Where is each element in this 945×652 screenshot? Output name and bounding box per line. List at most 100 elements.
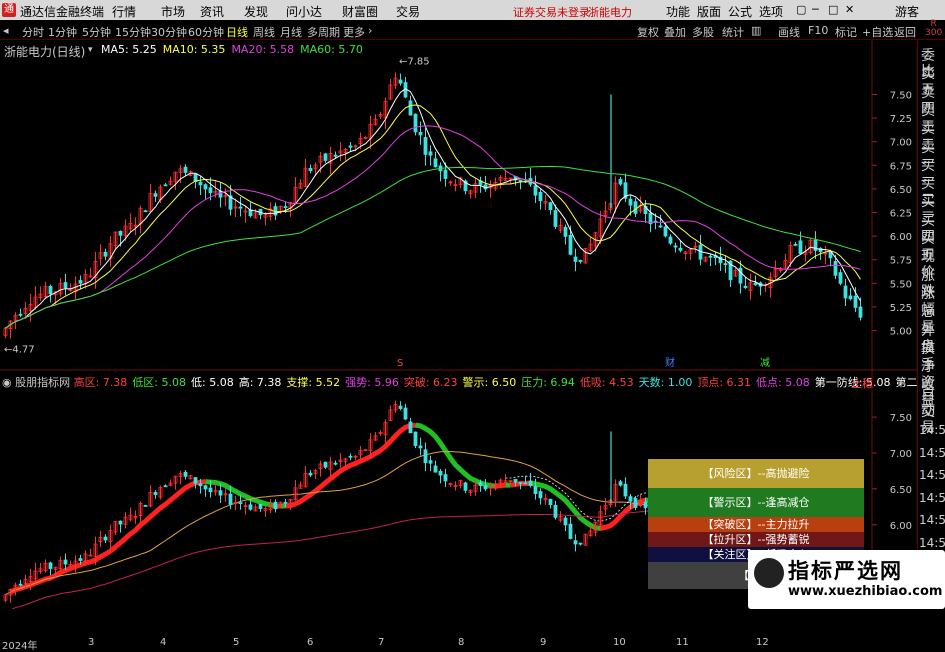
indicator-stat-10: 天数: 1.00 <box>639 376 693 389</box>
ind-candle-body <box>539 492 542 498</box>
ind-candle-body <box>239 503 242 504</box>
chart-area[interactable]: 7.507.257.006.756.506.256.005.755.505.25… <box>0 40 917 609</box>
tool-fuquan[interactable]: 复权 <box>637 24 659 40</box>
candle-body <box>79 280 82 283</box>
menu-banmian[interactable]: 版面 <box>697 3 721 20</box>
tool-diejia[interactable]: 叠加 <box>664 24 686 40</box>
candle-body <box>444 170 447 178</box>
event-mark-0[interactable]: S <box>397 358 403 369</box>
ind-candle-body <box>404 408 407 419</box>
menu-wenxiaoda[interactable]: 问小达 <box>286 3 322 20</box>
period-month[interactable]: 月线 <box>280 24 302 40</box>
menu-faxian[interactable]: 发现 <box>244 3 268 20</box>
menu-gongshi[interactable]: 公式 <box>728 3 752 20</box>
trend-band <box>11 482 206 592</box>
candle-body <box>619 179 622 184</box>
tool-back[interactable]: 返回 <box>894 24 916 40</box>
period-day[interactable]: 日线 <box>226 24 248 40</box>
period-5min[interactable]: 5分钟 <box>82 24 111 40</box>
period-60min[interactable]: 60分钟 <box>188 24 224 40</box>
ind-candle-body <box>574 541 577 544</box>
tool-tongji[interactable]: 统计 <box>722 24 744 40</box>
date-tick-2: 4 <box>160 637 166 648</box>
menu-jiaoyi[interactable]: 交易 <box>396 3 420 20</box>
login-status[interactable]: 证券交易未登录 <box>513 4 590 20</box>
ind-candle-body <box>424 450 427 463</box>
indicator-stat-6: 突破: 6.23 <box>404 376 458 389</box>
menu-zixun[interactable]: 资讯 <box>200 3 224 20</box>
ind-candle-body <box>19 584 22 585</box>
title-bar: 通 通达信金融终端 行情 市场 资讯 发现 问小达 财富圈 交易 证券交易未登录… <box>0 0 945 20</box>
candle-body <box>744 286 747 287</box>
ind-ytick-3: 6.00 <box>890 521 912 532</box>
candle-body <box>209 188 212 193</box>
menu-shichang[interactable]: 市场 <box>161 3 185 20</box>
ind-candle-body <box>484 486 487 489</box>
watermark-logo-icon <box>754 558 784 588</box>
tool-f10[interactable]: F10 <box>808 24 828 37</box>
side-time-4: 14:56 <box>919 512 945 528</box>
guest-label[interactable]: 游客 <box>895 3 919 20</box>
candle-body <box>164 185 167 186</box>
period-fenshi[interactable]: 分时 <box>22 24 44 40</box>
indicator-stat-0: 高区: 7.38 <box>74 376 128 389</box>
chevron-right-icon[interactable]: › <box>368 24 372 37</box>
candle-body <box>849 296 852 299</box>
period-15min[interactable]: 15分钟 <box>115 24 151 40</box>
site-watermark: 指标严选网 www.xuezhibiao.com <box>748 550 945 609</box>
candle-body <box>349 146 352 147</box>
period-1min[interactable]: 1分钟 <box>48 24 77 40</box>
ind-candle-body <box>204 486 207 489</box>
back-arrow-icon[interactable]: ◂ <box>3 24 9 37</box>
ma-label-ma20: MA20: 5.58 <box>231 43 294 56</box>
candle-body <box>539 192 542 200</box>
ind-candle-body <box>554 505 557 517</box>
watermark-url: www.xuezhibiao.com <box>788 584 942 599</box>
ind-candle-body <box>429 461 432 464</box>
ind-candle-body <box>624 484 627 496</box>
period-week[interactable]: 周线 <box>253 24 275 40</box>
close-icon[interactable]: ✕ <box>845 3 854 16</box>
stock-label: 浙能电力(日线) <box>4 43 85 60</box>
tool-add-watchlist[interactable]: +自选 <box>862 24 893 40</box>
quote-side-panel: 委比卖五卖四卖三卖二卖一买一买二买三买四买五现价涨跌涨幅总量外盘换手净资收益自动… <box>917 40 945 609</box>
indicator-stat-8: 压力: 6.94 <box>521 376 575 389</box>
menu-gongneng[interactable]: 功能 <box>666 3 690 20</box>
chart-type-icon[interactable]: ▥ <box>751 24 761 37</box>
tool-duogu[interactable]: 多股 <box>692 24 714 40</box>
ind-candle-body <box>79 558 82 560</box>
ind-candle-body <box>439 471 442 475</box>
indicator-name[interactable]: 股朋指标网 <box>15 376 74 389</box>
price-ytick-10: 5.00 <box>890 327 912 338</box>
ind-candle-body <box>419 446 422 448</box>
minimize-icon[interactable]: ─ <box>812 3 819 16</box>
ind-candle-body <box>634 499 637 508</box>
high-mark: ←7.85 <box>399 56 430 67</box>
ma-line-60 <box>6 166 861 328</box>
event-mark-1[interactable]: 财 <box>665 356 675 369</box>
tool-huaxian[interactable]: 画线 <box>778 24 800 40</box>
maximize-icon[interactable]: □ <box>828 3 838 16</box>
event-mark-2[interactable]: 减 <box>760 357 770 369</box>
candle-body <box>309 168 312 170</box>
period-more[interactable]: 更多 <box>343 24 365 40</box>
tool-biaoji[interactable]: 标记 <box>835 24 857 40</box>
menu-xuanxiang[interactable]: 选项 <box>759 3 783 20</box>
candle-body <box>274 207 277 216</box>
menu-hangqing[interactable]: 行情 <box>112 3 136 20</box>
ind-candle-body <box>164 486 167 487</box>
chevron-down-icon[interactable]: ◉ <box>2 376 15 389</box>
menu-caifuquan[interactable]: 财富圈 <box>342 3 378 20</box>
indicator-stat-5: 强势: 5.96 <box>345 376 399 389</box>
restore-icon[interactable]: ▢ <box>796 3 806 16</box>
period-toolbar: ◂ 分时 1分钟 5分钟 15分钟 30分钟 60分钟 日线 周线 月线 多周期… <box>0 20 945 40</box>
ind-candle-body <box>619 482 622 485</box>
candle-body <box>854 296 857 307</box>
period-30min[interactable]: 30分钟 <box>151 24 187 40</box>
ind-candle-body <box>579 543 582 544</box>
candle-body <box>834 261 837 275</box>
ind-candle-body <box>444 475 447 481</box>
period-multi[interactable]: 多周期 <box>307 24 340 40</box>
chevron-down-icon[interactable]: ▾ <box>88 45 93 55</box>
ind-candle-body <box>434 466 437 472</box>
